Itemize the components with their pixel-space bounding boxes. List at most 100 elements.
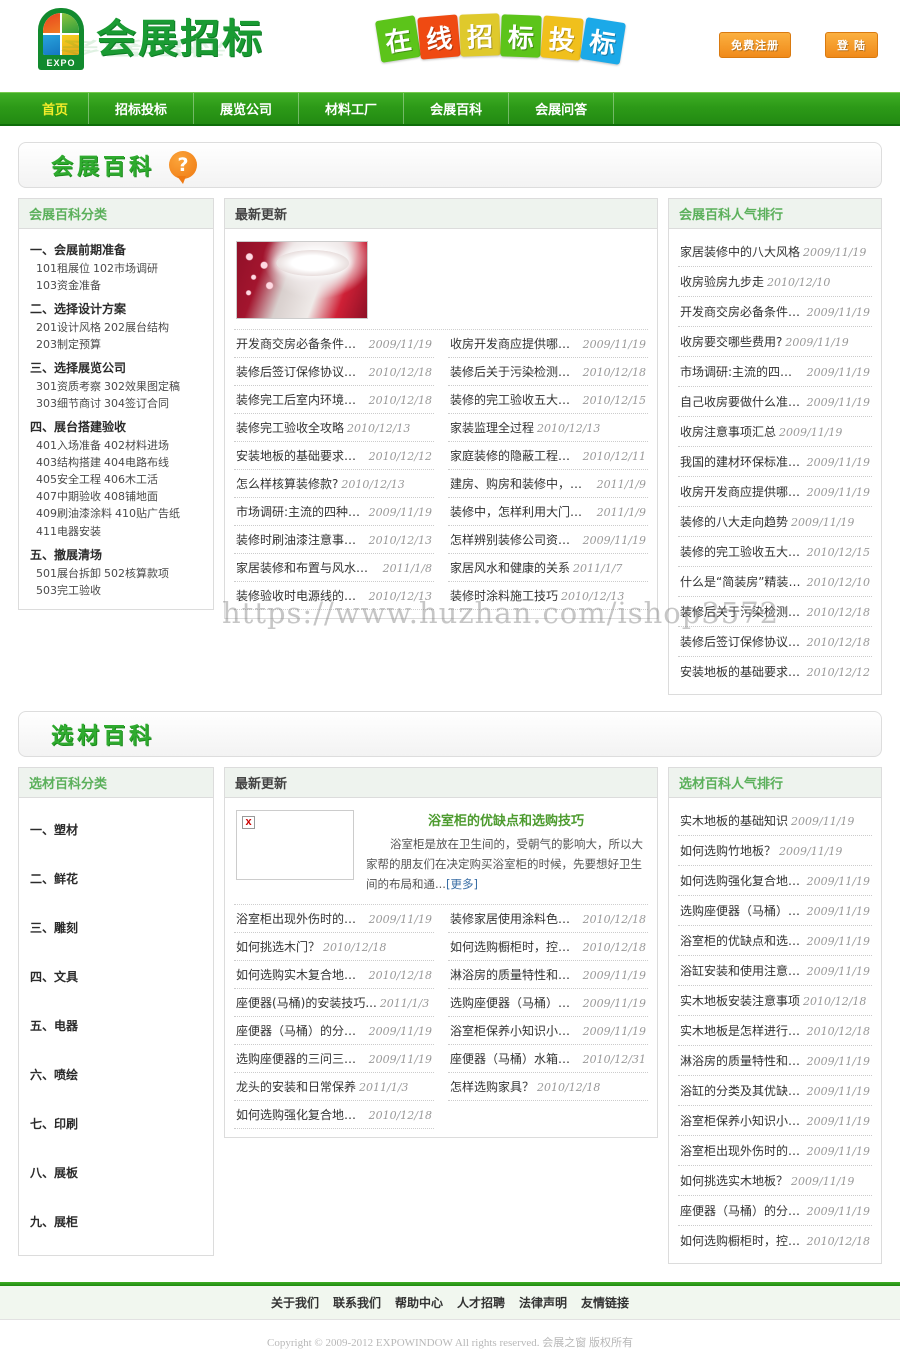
news-title[interactable]: 安装地板的基础要求和注意... xyxy=(236,447,366,464)
ranking-title[interactable]: 装修后签订保修协议注意事项 xyxy=(680,633,804,650)
category-sub-item[interactable]: 411电器安装 xyxy=(36,525,101,538)
category-sub-item[interactable]: 503完工验收 xyxy=(36,584,101,597)
news-title[interactable]: 浴室柜保养小知识小技巧 xyxy=(450,1022,580,1039)
category-sub-item[interactable]: 101租展位 xyxy=(36,262,90,275)
ranking-title[interactable]: 装修的完工验收五大注意事项 xyxy=(680,543,804,560)
ranking-title[interactable]: 淋浴房的质量特性和选购技巧 xyxy=(680,1052,804,1069)
ranking-title[interactable]: 实木地板的基础知识 xyxy=(680,812,788,829)
ranking-title[interactable]: 什么是“简装房”精装修... xyxy=(680,573,804,590)
news-title[interactable]: 选购座便器的三问三答（购... xyxy=(236,1050,366,1067)
news-title[interactable]: 收房开发商应提供哪些文件? xyxy=(450,335,580,352)
category-sub-item[interactable]: 301资质考察 xyxy=(36,380,101,393)
ranking-item[interactable]: 收房注意事项汇总 2009/11/19 xyxy=(678,417,872,447)
news-item[interactable]: 淋浴房的质量特性和选购技巧2009/11/19 xyxy=(448,961,648,990)
news-item[interactable]: 座便器（马桶）水箱配件常...2010/12/31 xyxy=(448,1045,648,1074)
category-sub-item[interactable]: 409刷油漆涂料 xyxy=(36,507,112,520)
news-title[interactable]: 座便器(马桶)的安装技巧... xyxy=(236,994,377,1011)
ranking-title[interactable]: 浴缸安装和使用注意事项 xyxy=(680,962,804,979)
category-sub-item[interactable]: 405安全工程 xyxy=(36,473,101,486)
news-item[interactable]: 座便器（马桶）的分类和它...2009/11/19 xyxy=(234,1017,434,1046)
ranking-item[interactable]: 装修后关于污染检测的标准...2010/12/18 xyxy=(678,597,872,627)
news-title[interactable]: 家庭装修的隐蔽工程六要素 xyxy=(450,447,580,464)
feature-title[interactable]: 浴室柜的优缺点和选购技巧 xyxy=(366,810,646,829)
category-sub-item[interactable]: 401入场准备 xyxy=(36,439,101,452)
news-item[interactable]: 如何选购橱柜时，控制质量...2010/12/18 xyxy=(448,933,648,962)
nav-item-1[interactable]: 招标投标 xyxy=(89,93,195,124)
ranking-item[interactable]: 什么是“简装房”精装修... 2010/12/10 xyxy=(678,567,872,597)
category-title[interactable]: 三、选择展览公司 xyxy=(28,355,204,378)
ranking-item[interactable]: 开发商交房必备条件有哪些？2009/11/19 xyxy=(678,297,872,327)
ranking-item[interactable]: 我国的建材环保标准有哪些？2009/11/19 xyxy=(678,447,872,477)
news-title[interactable]: 怎么样核算装修款? xyxy=(236,475,338,492)
news-item[interactable]: 选购座便器的三问三答（购...2009/11/19 xyxy=(234,1045,434,1074)
news-title[interactable]: 如何选购实木复合地板？ xyxy=(236,966,366,983)
news-title[interactable]: 装修验收时电源线的验收... xyxy=(236,587,366,604)
news-item[interactable]: 选购座便器（马桶）的技巧2009/11/19 xyxy=(448,989,648,1018)
footer-link-3[interactable]: 人才招聘 xyxy=(457,1294,505,1311)
category-title[interactable]: 六、喷绘 xyxy=(28,1051,204,1098)
category-sub-item[interactable]: 402材料进场 xyxy=(104,439,169,452)
footer-link-2[interactable]: 帮助中心 xyxy=(395,1294,443,1311)
ranking-item[interactable]: 市场调研:主流的四种装修...2009/11/19 xyxy=(678,357,872,387)
news-title[interactable]: 装修完工后室内环境污染的... xyxy=(236,391,366,408)
footer-link-0[interactable]: 关于我们 xyxy=(271,1294,319,1311)
ranking-title[interactable]: 浴室柜保养小知识小技巧 xyxy=(680,1112,804,1129)
news-title[interactable]: 浴室柜出现外伤时的处理方法 xyxy=(236,910,366,927)
news-item[interactable]: 装修的完工验收五大注意事项2010/12/15 xyxy=(448,386,648,414)
nav-item-3[interactable]: 材料工厂 xyxy=(299,93,405,124)
ranking-item[interactable]: 安装地板的基础要求和注意...2010/12/12 xyxy=(678,657,872,686)
ranking-item[interactable]: 如何选购竹地板？ 2009/11/19 xyxy=(678,836,872,866)
ranking-title[interactable]: 自己收房要做什么准备，要... xyxy=(680,393,804,410)
news-title[interactable]: 选购座便器（马桶）的技巧 xyxy=(450,994,580,1011)
news-item[interactable]: 市场调研:主流的四种装修...2009/11/19 xyxy=(234,498,434,526)
ranking-item[interactable]: 自己收房要做什么准备，要...2009/11/19 xyxy=(678,387,872,417)
ranking-title[interactable]: 浴室柜的优缺点和选购技巧 xyxy=(680,932,804,949)
category-sub-item[interactable]: 404电路布线 xyxy=(104,456,169,469)
news-item[interactable]: 怎样辨别装修公司资质？ 2009/11/19 xyxy=(448,526,648,554)
category-title[interactable]: 五、撤展清场 xyxy=(28,542,204,565)
ranking-item[interactable]: 装修后签订保修协议注意事项2010/12/18 xyxy=(678,627,872,657)
news-item[interactable]: 装修完工验收全攻略 2010/12/13 xyxy=(234,414,434,442)
category-sub-item[interactable]: 408铺地面 xyxy=(104,490,158,503)
category-sub-item[interactable]: 502核算款项 xyxy=(104,567,169,580)
ranking-title[interactable]: 家居装修中的八大风格 xyxy=(680,243,800,260)
ranking-item[interactable]: 实木地板的基础知识 2009/11/19 xyxy=(678,806,872,836)
news-item[interactable]: 装修后关于污染检测的标准...2010/12/18 xyxy=(448,358,648,386)
ranking-item[interactable]: 实木地板是怎样进行保养的？2010/12/18 xyxy=(678,1016,872,1046)
category-sub-item[interactable]: 201设计风格 xyxy=(36,321,101,334)
ranking-item[interactable]: 装修的完工验收五大注意事项2010/12/15 xyxy=(678,537,872,567)
category-sub-item[interactable]: 103资金准备 xyxy=(36,279,101,292)
category-title[interactable]: 七、印刷 xyxy=(28,1100,204,1147)
ranking-item[interactable]: 淋浴房的质量特性和选购技巧2009/11/19 xyxy=(678,1046,872,1076)
category-sub-item[interactable]: 203制定预算 xyxy=(36,338,101,351)
news-title[interactable]: 装修时涂料施工技巧 xyxy=(450,587,558,604)
news-item[interactable]: 怎样选购家具？ 2010/12/18 xyxy=(448,1073,648,1102)
category-sub-item[interactable]: 302效果图定稿 xyxy=(104,380,180,393)
ranking-item[interactable]: 座便器（马桶）的分类和它...2009/11/19 xyxy=(678,1196,872,1226)
ranking-title[interactable]: 座便器（马桶）的分类和它... xyxy=(680,1202,804,1219)
ranking-item[interactable]: 浴缸安装和使用注意事项 2009/11/19 xyxy=(678,956,872,986)
news-item[interactable]: 家居装修和布置与风水的关系 2011/1/8 xyxy=(234,554,434,582)
news-title[interactable]: 如何挑选木门？ xyxy=(236,938,320,955)
news-title[interactable]: 家装监理全过程 xyxy=(450,419,534,436)
ranking-item[interactable]: 如何挑选实木地板？ 2009/11/19 xyxy=(678,1166,872,1196)
category-title[interactable]: 一、会展前期准备 xyxy=(28,237,204,260)
ranking-title[interactable]: 如何选购橱柜时，控制质量... xyxy=(680,1232,804,1249)
login-button[interactable]: 登 陆 xyxy=(825,32,878,58)
feature-thumbnail[interactable] xyxy=(236,241,368,319)
category-sub-item[interactable]: 407中期验收 xyxy=(36,490,101,503)
nav-item-0[interactable]: 首页 xyxy=(28,93,90,124)
register-button[interactable]: 免费注册 xyxy=(719,32,792,58)
category-title[interactable]: 一、塑材 xyxy=(28,806,204,853)
news-title[interactable]: 建房、购房和装修中，要注... xyxy=(450,475,594,492)
news-item[interactable]: 装修中，怎样利用大门的颜... 2011/1/9 xyxy=(448,498,648,526)
ranking-item[interactable]: 选购座便器（马桶）的技巧2009/11/19 xyxy=(678,896,872,926)
news-item[interactable]: 家居风水和健康的关系 2011/1/7 xyxy=(448,554,648,582)
news-item[interactable]: 龙头的安装和日常保养 2011/1/3 xyxy=(234,1073,434,1102)
ranking-item[interactable]: 收房开发商应提供哪些文件?2009/11/19 xyxy=(678,477,872,507)
nav-item-2[interactable]: 展览公司 xyxy=(194,93,300,124)
footer-link-4[interactable]: 法律声明 xyxy=(519,1294,567,1311)
news-title[interactable]: 淋浴房的质量特性和选购技巧 xyxy=(450,966,580,983)
more-link[interactable]: [更多] xyxy=(446,877,478,891)
ranking-item[interactable]: 如何选购橱柜时，控制质量...2010/12/18 xyxy=(678,1226,872,1255)
